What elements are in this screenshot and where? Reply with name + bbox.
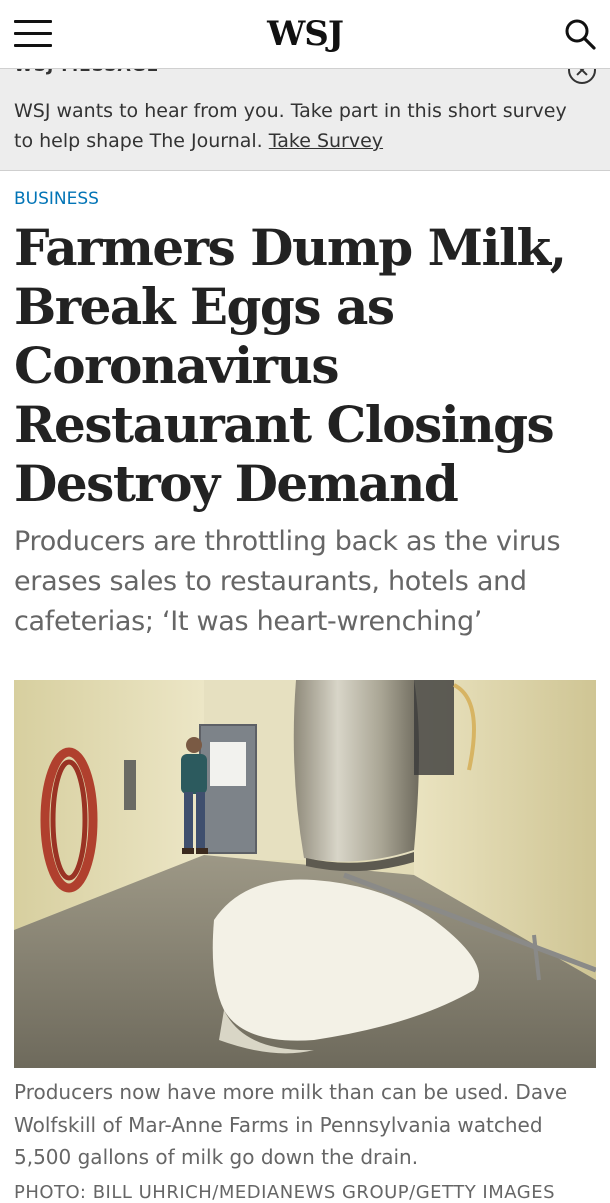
banner-message: WSJ wants to hear from you. Take part in… (14, 96, 574, 156)
search-icon[interactable] (564, 18, 596, 50)
wsj-logo[interactable]: WSJ (0, 14, 610, 54)
article-dek: Producers are throttling back as the vir… (14, 526, 561, 637)
take-survey-link[interactable]: Take Survey (269, 130, 383, 152)
section-link-business[interactable]: BUSINESS (14, 189, 99, 209)
image-caption: Producers now have more milk than can be… (14, 1080, 568, 1169)
banner-label: WSJ MESSAGE (14, 68, 159, 76)
survey-banner: WSJ MESSAGE WSJ wants to hear from you. … (0, 68, 610, 171)
article-headline: Farmers Dump Milk, Break Eggs as Coronav… (14, 218, 567, 513)
top-bar: WSJ (0, 0, 610, 69)
close-icon[interactable] (568, 68, 596, 84)
article-photo[interactable] (14, 680, 596, 1068)
photo-illustration (14, 680, 596, 1068)
